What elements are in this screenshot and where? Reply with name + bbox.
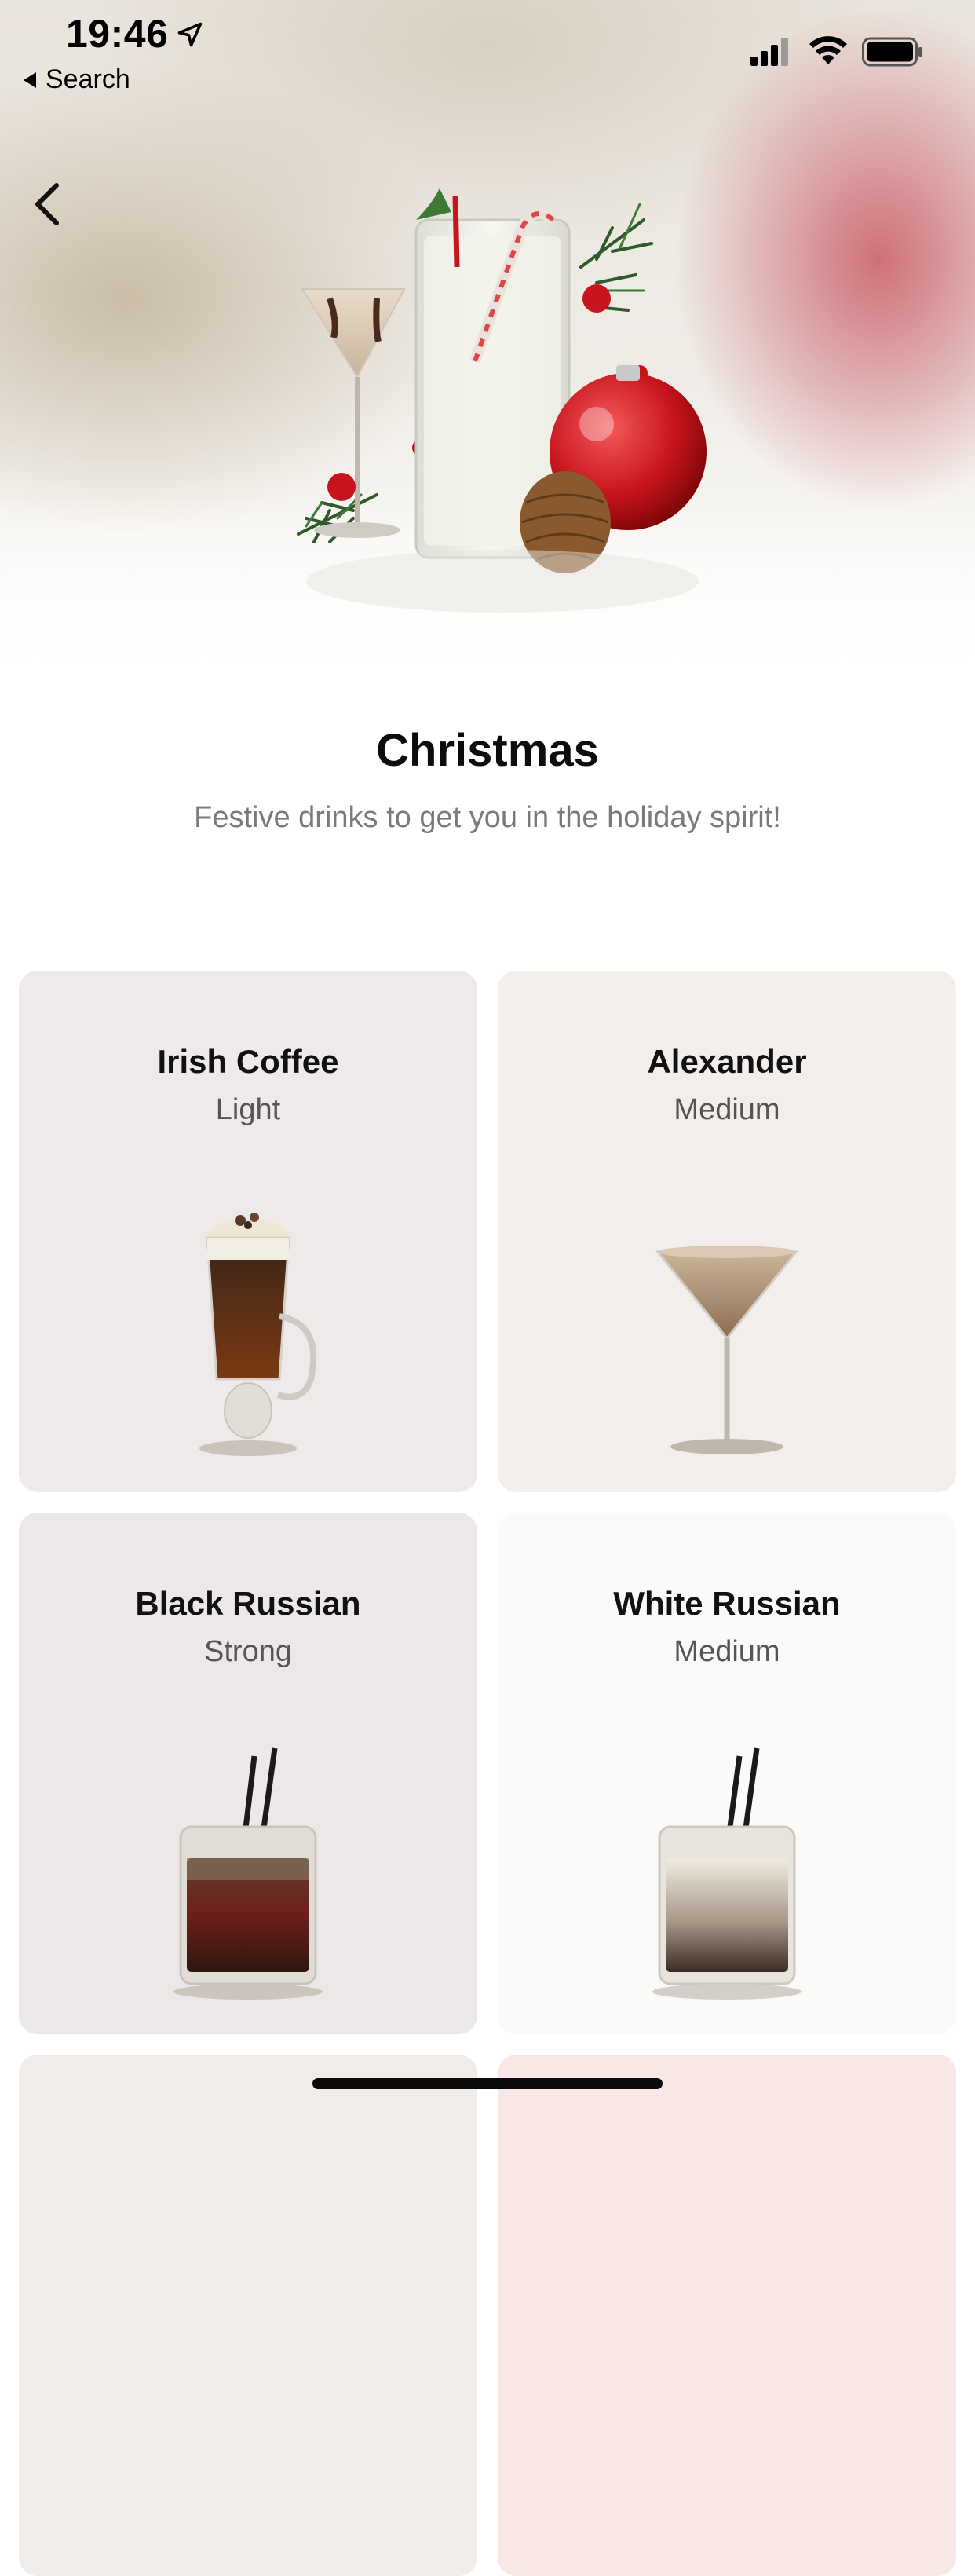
drink-name: Irish Coffee [157,1043,339,1080]
page-title: Christmas [376,725,599,776]
drink-name: White Russian [613,1585,841,1622]
white-russian-image [652,1747,802,2000]
drink-strength: Light [215,1093,281,1126]
chevron-left-icon [35,183,59,225]
drink-strength: Strong [204,1635,292,1668]
status-bar: 19:46 Search [0,0,975,110]
back-button[interactable] [24,174,71,234]
christmas-drinks-illustration [297,188,707,613]
irish-coffee-image [199,1213,317,1456]
drink-card-partial-right[interactable] [498,2055,956,2576]
black-russian-image [173,1747,323,2000]
drink-card-white-russian[interactable]: White Russian Medium [498,1513,956,2034]
drink-card-alexander[interactable]: Alexander Medium [498,971,956,1492]
battery-icon [862,37,922,67]
back-to-search-button[interactable]: Search [24,64,130,95]
drink-strength: Medium [674,1635,780,1668]
back-triangle-icon [24,71,36,88]
status-time: 19:46 [66,12,169,56]
page-subtitle: Festive drinks to get you in the holiday… [194,801,781,834]
drink-card-partial-left[interactable] [19,2055,477,2576]
drink-card-irish-coffee[interactable]: Irish Coffee Light [19,971,477,1492]
drink-card-black-russian[interactable]: Black Russian Strong [19,1513,477,2034]
drink-strength: Medium [674,1093,780,1126]
drink-name: Alexander [647,1043,807,1080]
home-indicator[interactable] [312,2078,663,2089]
drink-name: Black Russian [135,1585,361,1622]
wifi-icon [809,36,847,64]
back-to-search-label: Search [46,64,130,94]
signal-icon [750,38,788,66]
alexander-image [655,1246,799,1454]
location-arrow-icon [177,22,203,47]
